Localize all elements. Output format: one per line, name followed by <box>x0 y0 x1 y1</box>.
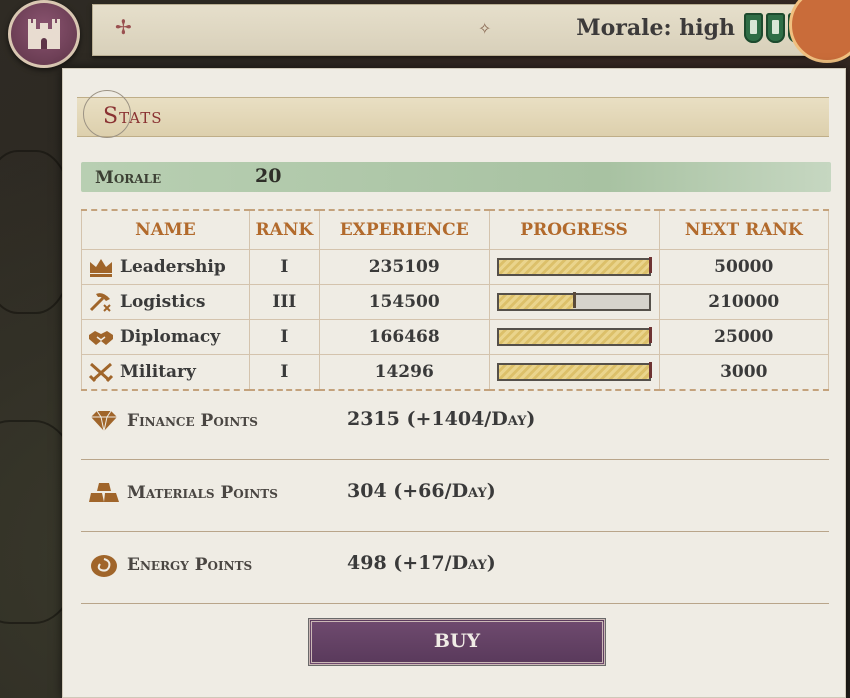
shield-icon <box>766 13 785 43</box>
progress-end-cap <box>649 362 653 378</box>
table-header-row: NAME RANK EXPERIENCE PROGRESS NEXT RANK <box>81 209 830 250</box>
rank-cell: I <box>248 319 320 355</box>
next-rank-cell: 25000 <box>658 319 830 355</box>
points-label: Finance Points <box>127 411 258 431</box>
skill-name: Military <box>120 362 196 382</box>
column-header-experience: EXPERIENCE <box>318 209 490 250</box>
table-row: Leadership I 235109 50000 <box>81 249 830 285</box>
progress-bar <box>497 362 653 381</box>
next-rank-cell: 50000 <box>658 249 830 285</box>
energy-points-row: Energy Points 498 (+17/Day) <box>81 531 829 604</box>
progress-end-cap <box>649 327 653 343</box>
morale-label: Morale <box>95 168 162 188</box>
progress-fill <box>499 365 650 379</box>
experience-cell: 14296 <box>318 354 490 391</box>
shield-icon <box>744 13 763 43</box>
rank-cell: I <box>248 354 320 391</box>
points-value: 304 (+66/Day) <box>347 480 496 502</box>
next-rank-cell: 210000 <box>658 284 830 320</box>
points-value: 498 (+17/Day) <box>347 552 496 574</box>
progress-cell <box>488 319 660 355</box>
progress-cell <box>488 284 660 320</box>
stats-panel: Stats Morale 20 NAME RANK EXPERIENCE PRO… <box>62 68 846 698</box>
skill-name: Leadership <box>120 257 226 277</box>
corner-badge[interactable] <box>789 0 850 63</box>
skill-name: Logistics <box>120 292 206 312</box>
table-row: Logistics III 154500 210000 <box>81 284 830 320</box>
castle-button[interactable] <box>8 0 80 68</box>
points-label: Energy Points <box>127 555 253 575</box>
column-header-progress: PROGRESS <box>488 209 660 250</box>
experience-cell: 235109 <box>318 249 490 285</box>
progress-cell <box>488 249 660 285</box>
column-header-rank: RANK <box>248 209 320 250</box>
name-cell: Military <box>81 354 250 391</box>
buy-button[interactable]: BUY <box>308 618 606 666</box>
morale-bar: Morale 20 <box>81 162 831 192</box>
progress-end-cap <box>649 257 653 273</box>
rank-cell: III <box>248 284 320 320</box>
stats-table: NAME RANK EXPERIENCE PROGRESS NEXT RANK … <box>81 209 830 391</box>
progress-bar <box>497 292 652 311</box>
points-value: 2315 (+1404/Day) <box>347 408 536 430</box>
gold-bars-icon <box>89 483 119 502</box>
energy-swirl-icon <box>91 555 117 577</box>
table-row: Military I 14296 3000 <box>81 354 830 391</box>
column-header-name: NAME <box>81 209 250 250</box>
progress-fill <box>499 330 650 344</box>
panel-title-bar: Stats <box>77 90 829 138</box>
diamond-icon <box>91 410 117 432</box>
skill-name: Diplomacy <box>120 327 221 347</box>
progress-cell <box>488 354 660 391</box>
experience-cell: 166468 <box>318 319 490 355</box>
column-header-next-rank: NEXT RANK <box>658 209 830 250</box>
progress-bar <box>497 257 653 276</box>
name-cell: Diplomacy <box>81 319 250 355</box>
handshake-icon <box>89 331 113 345</box>
castle-icon <box>28 19 60 49</box>
progress-fill <box>499 295 573 309</box>
name-cell: Leadership <box>81 249 250 285</box>
finance-points-row: Finance Points 2315 (+1404/Day) <box>81 387 829 460</box>
table-row: Diplomacy I 166468 25000 <box>81 319 830 355</box>
rank-cell: I <box>248 249 320 285</box>
progress-fill <box>499 260 650 274</box>
crossed-swords-icon <box>88 362 114 383</box>
top-status-bar: ✢ ✧ Morale: high <box>92 0 850 63</box>
progress-marker <box>572 292 576 308</box>
next-rank-cell: 3000 <box>658 354 830 391</box>
progress-bar <box>497 327 653 346</box>
morale-status-text: Morale: high <box>576 15 735 41</box>
panel-title: Stats <box>103 104 163 129</box>
morale-value: 20 <box>255 165 282 187</box>
compass-star-icon: ✧ <box>478 19 492 38</box>
crown-icon <box>90 259 112 277</box>
pickaxe-icon <box>89 293 111 312</box>
points-label: Materials Points <box>127 483 278 503</box>
ornament-icon: ✢ <box>115 15 132 39</box>
name-cell: Logistics <box>81 284 250 320</box>
materials-points-row: Materials Points 304 (+66/Day) <box>81 459 829 532</box>
experience-cell: 154500 <box>318 284 490 320</box>
